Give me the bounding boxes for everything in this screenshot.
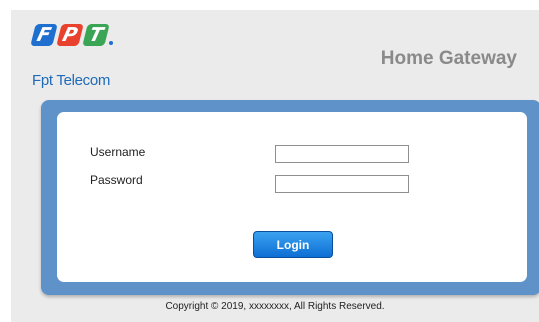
logo-tile-t: T	[82, 24, 110, 46]
logo-dot-icon	[109, 41, 113, 45]
username-label: Username	[90, 145, 146, 159]
page-title: Home Gateway	[380, 48, 517, 69]
login-button[interactable]: Login	[253, 231, 333, 258]
login-panel: Username Password Login	[41, 100, 539, 295]
logo-tile-f: F	[30, 24, 58, 46]
password-field[interactable]	[275, 175, 409, 193]
page-background: F P T Fpt Telecom Home Gateway Username …	[11, 10, 539, 322]
brand-name: Fpt Telecom	[32, 72, 111, 89]
login-form: Username Password Login	[57, 112, 527, 282]
copyright-footer: Copyright © 2019, xxxxxxxx, All Rights R…	[165, 301, 385, 312]
username-field[interactable]	[275, 145, 409, 163]
password-label: Password	[90, 173, 143, 187]
logo-tile-p: P	[56, 24, 84, 46]
logo-letters: F P T	[30, 24, 123, 46]
